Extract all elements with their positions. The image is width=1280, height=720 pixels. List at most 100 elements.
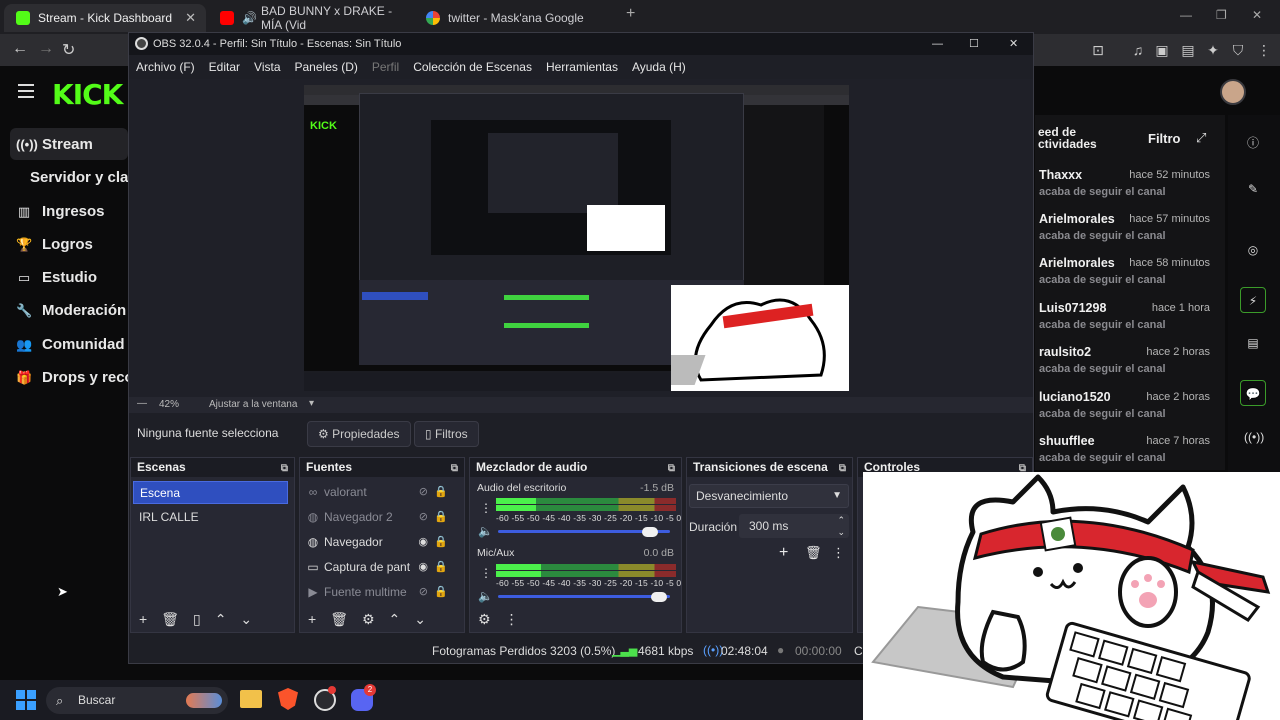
- popout-icon[interactable]: ⧉: [839, 459, 846, 478]
- feed-item-name[interactable]: Arielmorales: [1039, 256, 1115, 270]
- duration-spinbox[interactable]: 300 ms ⌃ ⌄: [739, 514, 849, 538]
- tab-google[interactable]: twitter - Mask'ana Google: [414, 4, 616, 32]
- maximize-icon[interactable]: ❐: [1216, 8, 1227, 22]
- sidebar-item-ingresos[interactable]: ▥ Ingresos: [16, 203, 105, 220]
- popout-icon[interactable]: ⧉: [668, 459, 675, 478]
- feed-item-name[interactable]: Arielmorales: [1039, 212, 1115, 226]
- kebab-icon[interactable]: ⋮: [505, 611, 519, 628]
- scene-item[interactable]: IRL CALLE: [133, 506, 288, 529]
- volume-knob[interactable]: [651, 592, 667, 602]
- menu-editar[interactable]: Editar: [209, 60, 240, 74]
- shield-icon[interactable]: ⛉: [1230, 42, 1246, 58]
- lock-icon[interactable]: 🔒: [434, 581, 448, 603]
- back-icon[interactable]: ←: [12, 40, 28, 58]
- feed-item-name[interactable]: luciano1520: [1039, 390, 1111, 404]
- music-icon[interactable]: ♫: [1130, 42, 1146, 58]
- filters-button[interactable]: ▯ Filtros: [414, 421, 479, 447]
- preview-canvas[interactable]: KICK: [304, 85, 849, 391]
- spin-down-icon[interactable]: ⌄: [837, 520, 845, 544]
- kebab-icon[interactable]: ⋮: [480, 566, 492, 580]
- eye-hidden-icon[interactable]: ⊘: [419, 581, 428, 603]
- source-item[interactable]: ◍ Navegador 2 ⊘ 🔒: [304, 506, 454, 528]
- properties-button[interactable]: ⚙ Propiedades: [307, 421, 411, 447]
- close-icon[interactable]: ✕: [1009, 33, 1018, 55]
- add-icon[interactable]: +: [308, 611, 316, 627]
- sparkle-icon[interactable]: ✦: [1205, 42, 1221, 58]
- trash-icon[interactable]: 🗑: [330, 611, 348, 628]
- sidebar-item-estudio[interactable]: ▭ Estudio: [16, 269, 97, 286]
- kebab-icon[interactable]: ⋮: [480, 501, 492, 515]
- lock-icon[interactable]: 🔒: [434, 556, 448, 578]
- notes-icon[interactable]: ▤: [1244, 334, 1262, 352]
- feed-item-name[interactable]: Luis071298: [1039, 301, 1106, 315]
- lock-icon[interactable]: 🔒: [434, 506, 448, 528]
- reload-icon[interactable]: ↻: [62, 40, 75, 60]
- chevron-down-icon[interactable]: ▾: [309, 398, 314, 409]
- info-icon[interactable]: ⓘ: [1244, 134, 1262, 152]
- menu-archivo[interactable]: Archivo (F): [136, 60, 195, 74]
- camera-icon[interactable]: ◎: [1244, 241, 1262, 259]
- hamburger-icon[interactable]: [18, 84, 34, 98]
- down-icon[interactable]: ⌄: [240, 611, 252, 628]
- trash-icon[interactable]: 🗑: [161, 611, 179, 628]
- fit-to-window[interactable]: Ajustar a la ventana: [209, 399, 297, 410]
- eye-icon[interactable]: ◉: [418, 531, 428, 553]
- menu-vista[interactable]: Vista: [254, 60, 280, 74]
- source-item[interactable]: ∞ valorant ⊘ 🔒: [304, 481, 454, 503]
- lock-icon[interactable]: 🔒: [434, 531, 448, 553]
- volume-slider[interactable]: [498, 595, 670, 598]
- sidebar-item-comunidad[interactable]: 👥 Comunidad: [16, 336, 125, 353]
- close-tab-icon[interactable]: ✕: [185, 10, 196, 26]
- kick-logo[interactable]: KICK: [52, 78, 123, 111]
- forward-icon[interactable]: →: [38, 40, 54, 58]
- add-icon[interactable]: +: [779, 544, 788, 562]
- minimize-icon[interactable]: —: [1180, 8, 1192, 22]
- sidebar-item-logros[interactable]: 🏆 Logros: [16, 236, 93, 253]
- up-icon[interactable]: ⌃: [389, 611, 401, 628]
- file-explorer-icon[interactable]: [240, 690, 262, 708]
- add-icon[interactable]: +: [139, 611, 147, 627]
- eye-hidden-icon[interactable]: ⊘: [419, 481, 428, 503]
- start-icon[interactable]: [16, 690, 36, 710]
- feed-item-name[interactable]: Thaxxx: [1039, 168, 1082, 182]
- source-item[interactable]: ▭ Captura de pant ◉ 🔒: [304, 556, 454, 578]
- transition-select[interactable]: Desvanecimiento ▼: [689, 484, 849, 508]
- kebab-icon[interactable]: ⋮: [832, 545, 845, 561]
- menu-perfil[interactable]: Perfil: [372, 60, 399, 74]
- lock-icon[interactable]: 🔒: [434, 481, 448, 503]
- menu-ayuda[interactable]: Ayuda (H): [632, 60, 686, 74]
- expand-icon[interactable]: ⤢: [1196, 130, 1206, 146]
- menu-dots-icon[interactable]: ⋮: [1256, 42, 1272, 58]
- radio-icon[interactable]: ((•)): [1244, 428, 1264, 446]
- speaker-icon[interactable]: 🔈: [478, 524, 493, 538]
- new-tab-icon[interactable]: +: [626, 5, 635, 23]
- taskbar-search[interactable]: ⌕ Buscar: [46, 687, 228, 714]
- menu-herramientas[interactable]: Herramientas: [546, 60, 618, 74]
- up-icon[interactable]: ⌃: [215, 611, 227, 628]
- zoom-out-icon[interactable]: —: [137, 398, 147, 409]
- menu-paneles[interactable]: Paneles (D): [295, 60, 358, 74]
- lightning-icon[interactable]: ⚡: [1240, 287, 1266, 313]
- feed-item-name[interactable]: raulsito2: [1039, 345, 1091, 359]
- tab-kick-dashboard[interactable]: Stream - Kick Dashboard ✕: [4, 4, 206, 32]
- chat-icon[interactable]: 💬: [1240, 380, 1266, 406]
- eye-hidden-icon[interactable]: ⊘: [419, 506, 428, 528]
- filter-icon[interactable]: ▯: [193, 611, 201, 628]
- sidebar-item-moderacion[interactable]: 🔧 Moderación: [16, 302, 126, 319]
- feed-item-name[interactable]: shuufflee: [1039, 434, 1095, 448]
- feed-filter-button[interactable]: Filtro: [1148, 131, 1181, 146]
- menu-coleccion[interactable]: Colección de Escenas: [413, 60, 532, 74]
- close-window-icon[interactable]: ✕: [1252, 8, 1262, 22]
- volume-knob[interactable]: [642, 527, 658, 537]
- trash-icon[interactable]: 🗑: [805, 545, 822, 561]
- minimize-icon[interactable]: —: [932, 33, 943, 55]
- popout-icon[interactable]: ⧉: [281, 459, 288, 478]
- tab-youtube[interactable]: 🔊 BAD BUNNY x DRAKE - MÍA (Vid: [208, 4, 410, 32]
- sidebar-icon[interactable]: ▣: [1154, 42, 1170, 58]
- popout-icon[interactable]: ⧉: [451, 459, 458, 478]
- avatar[interactable]: [1220, 79, 1246, 105]
- wallet-icon[interactable]: ▤: [1180, 42, 1196, 58]
- source-item[interactable]: ▶ Fuente multime ⊘ 🔒: [304, 581, 454, 603]
- edit-icon[interactable]: ✎: [1244, 180, 1262, 198]
- gears-icon[interactable]: ⚙: [478, 611, 491, 628]
